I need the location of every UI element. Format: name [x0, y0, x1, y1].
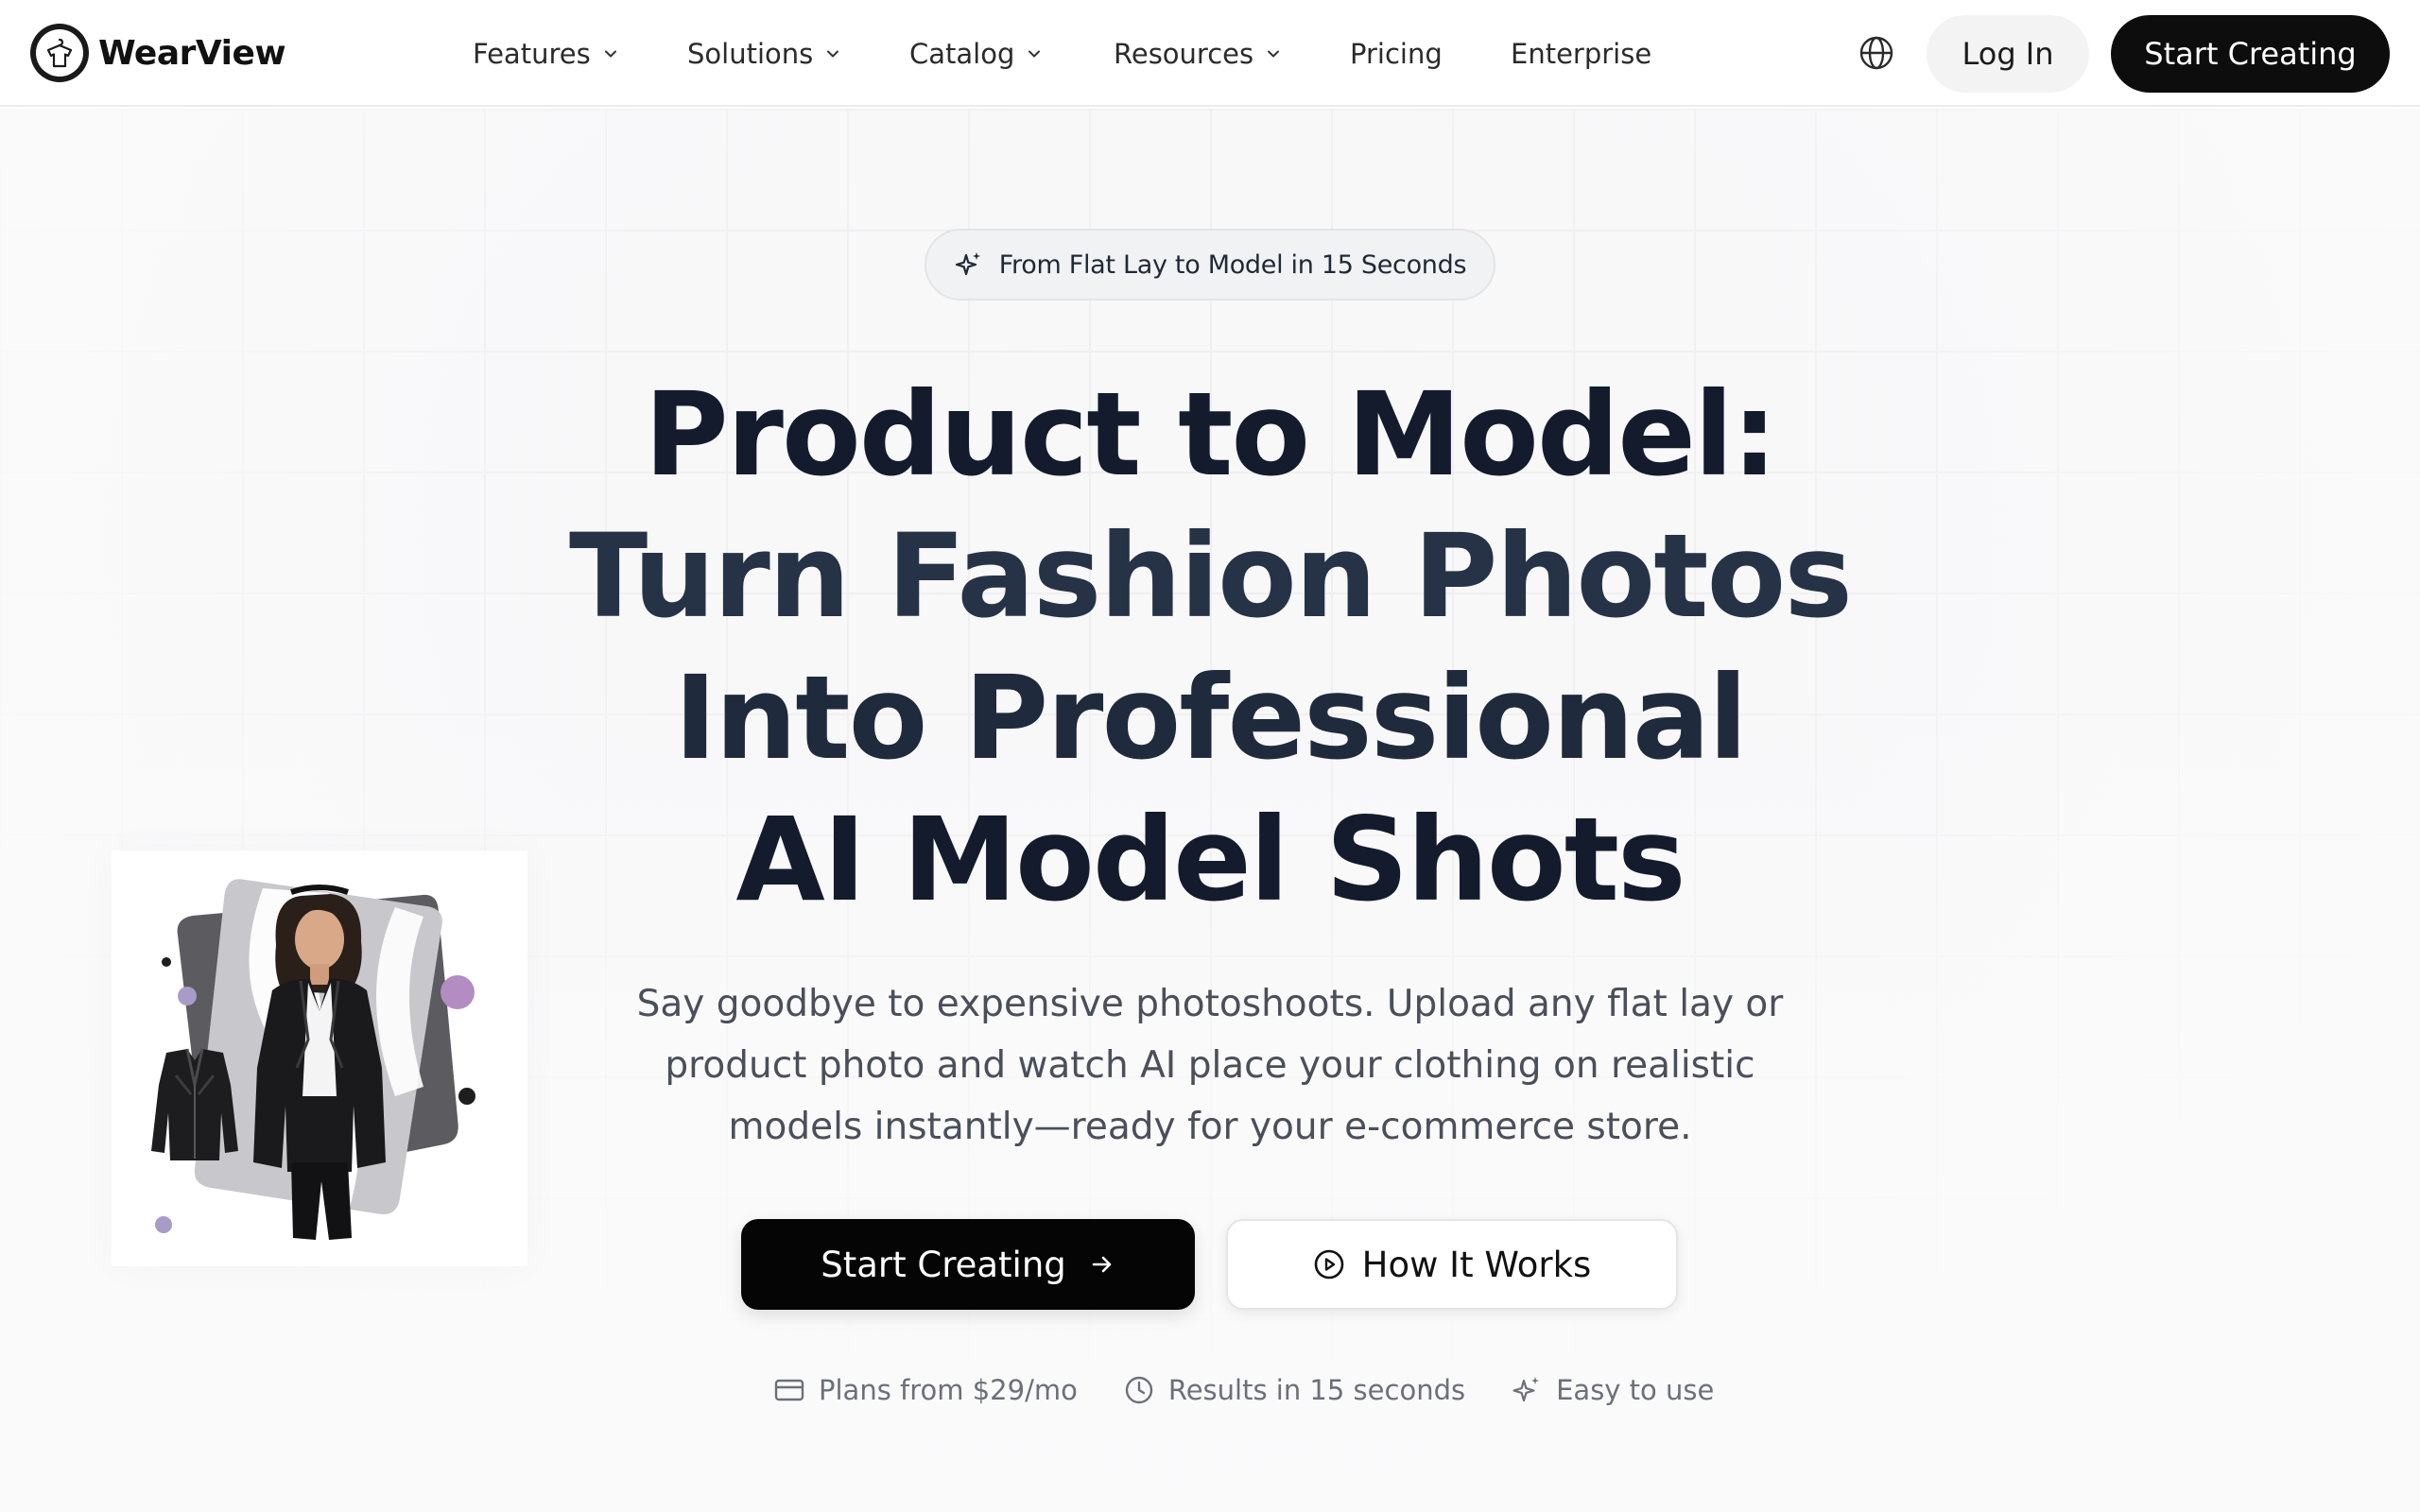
- feature-speed: Results in 15 seconds: [1123, 1374, 1465, 1406]
- top-navbar: WearView Features Solutions Catalog Reso…: [0, 0, 2420, 107]
- sparkles-icon: [1512, 1377, 1540, 1402]
- login-button[interactable]: Log In: [1927, 15, 2089, 93]
- chevron-down-icon: [827, 50, 839, 58]
- headline-line-2: Turn Fashion Photos: [569, 509, 1853, 644]
- nav-item-label: Resources: [1114, 38, 1254, 70]
- hero-badge-text: From Flat Lay to Model in 15 Seconds: [998, 249, 1467, 280]
- start-creating-button[interactable]: Start Creating: [741, 1219, 1195, 1310]
- headline-line-3: Into Professional: [674, 651, 1748, 785]
- chevron-down-icon: [1268, 50, 1280, 58]
- hero-subtitle: Say goodbye to expensive photoshoots. Up…: [636, 983, 1784, 1148]
- nav-item-label: Catalog: [909, 38, 1015, 70]
- nav-item-features[interactable]: Features: [473, 26, 619, 81]
- how-it-works-button[interactable]: How It Works: [1226, 1219, 1678, 1310]
- credit-card-icon: [774, 1379, 804, 1401]
- nav-item-label: Pricing: [1350, 38, 1443, 70]
- nav-item-label: Enterprise: [1511, 38, 1652, 70]
- start-creating-nav-button[interactable]: Start Creating: [2111, 15, 2390, 93]
- headline-line-1: Product to Model:: [644, 368, 1777, 502]
- feature-label: Plans from $29/mo: [819, 1374, 1078, 1406]
- start-creating-label: Start Creating: [821, 1244, 1066, 1285]
- hero-badge: From Flat Lay to Model in 15 Seconds: [925, 229, 1495, 301]
- hero-headline: Product to Model: Turn Fashion Photos In…: [548, 364, 1872, 931]
- how-it-works-label: How It Works: [1361, 1244, 1592, 1285]
- nav-item-resources[interactable]: Resources: [1114, 26, 1282, 81]
- feature-ease: Easy to use: [1511, 1374, 1714, 1406]
- headline-line-4: AI Model Shots: [735, 793, 1685, 927]
- chevron-down-icon: [604, 50, 616, 58]
- feature-label: Easy to use: [1556, 1374, 1715, 1406]
- nav-item-catalog[interactable]: Catalog: [909, 26, 1043, 81]
- shirt-hanger-icon: [30, 24, 89, 82]
- feature-label: Results in 15 seconds: [1167, 1374, 1466, 1406]
- play-circle-icon: [1314, 1249, 1343, 1280]
- brand-name: WearView: [98, 33, 286, 73]
- brand-link[interactable]: WearView: [30, 23, 286, 83]
- arrow-right-icon: [1092, 1256, 1112, 1273]
- clock-icon: [1125, 1376, 1153, 1404]
- nav-item-enterprise[interactable]: Enterprise: [1511, 26, 1651, 81]
- feature-pricing: Plans from $29/mo: [773, 1374, 1078, 1406]
- hero-feature-list: Plans from $29/mo Results in 15 seconds …: [773, 1368, 1714, 1412]
- chevron-down-icon: [1028, 50, 1041, 58]
- sparkles-icon: [955, 252, 980, 276]
- nav-item-pricing[interactable]: Pricing: [1350, 26, 1443, 81]
- nav-item-label: Features: [473, 38, 591, 70]
- globe-icon[interactable]: [1858, 34, 1895, 72]
- model-preview-image: [112, 850, 527, 1266]
- nav-item-label: Solutions: [687, 38, 814, 70]
- nav-item-solutions[interactable]: Solutions: [687, 26, 841, 81]
- model-preview-illustration: [151, 879, 475, 1240]
